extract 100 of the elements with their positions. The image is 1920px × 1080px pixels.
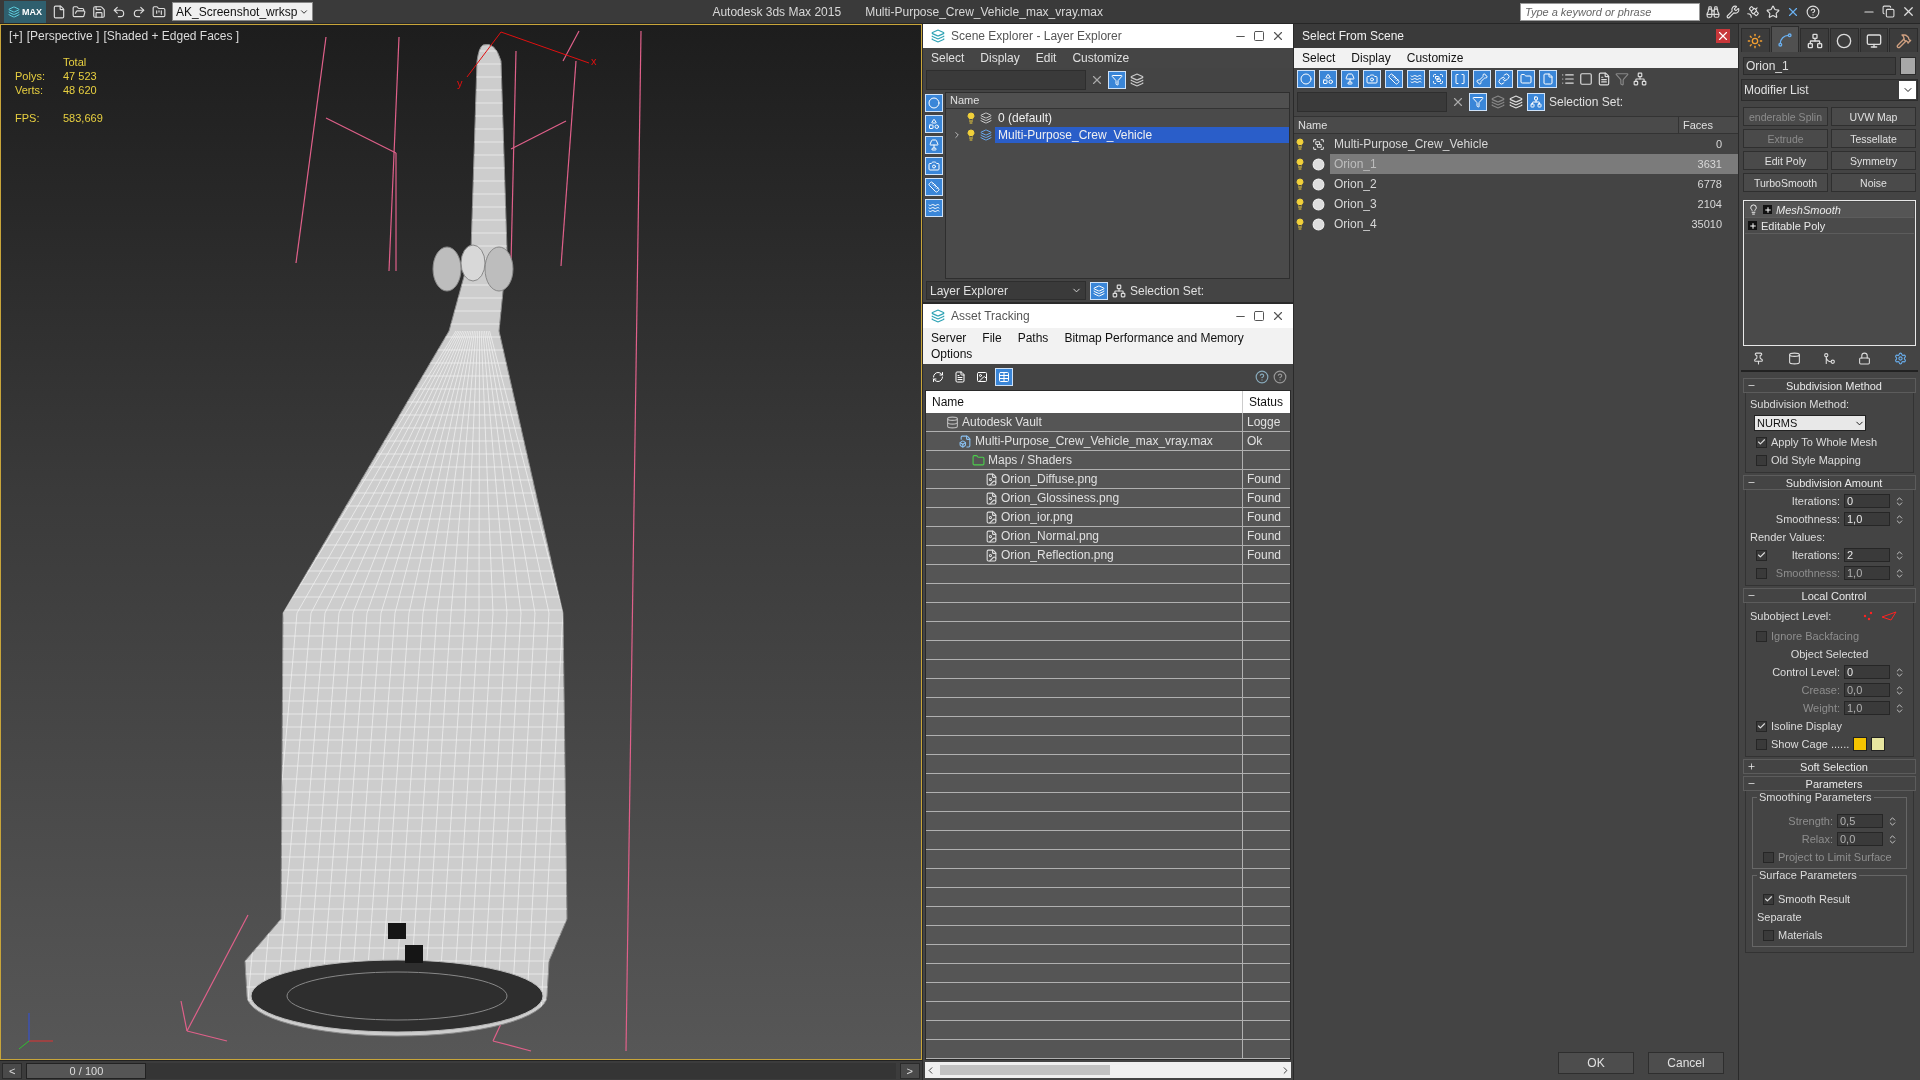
close-icon[interactable] [1271, 29, 1285, 43]
previous-frame-button[interactable]: < [2, 1062, 23, 1079]
panel-tab[interactable] [1889, 28, 1919, 52]
asset-name[interactable]: Orion_Glossiness.png [1001, 491, 1120, 505]
panel-tab[interactable] [1741, 28, 1770, 52]
layers-icon[interactable] [1130, 73, 1144, 87]
checkbox[interactable] [1756, 454, 1767, 466]
checkbox[interactable] [1763, 929, 1774, 941]
link-button[interactable] [1495, 70, 1513, 88]
object-row[interactable]: Multi-Purpose_Crew_Vehicle 0 [1294, 134, 1738, 154]
filter-button[interactable] [1108, 71, 1126, 89]
checkbox[interactable] [1756, 549, 1767, 561]
hierarchy-button[interactable] [1527, 93, 1545, 111]
viewport-label[interactable]: [+] [9, 29, 23, 43]
lightbulb-icon[interactable] [1294, 178, 1306, 190]
modifier-button[interactable]: Noise [1831, 173, 1916, 192]
modifier-button[interactable]: Tessellate [1831, 129, 1916, 148]
wave-button[interactable] [925, 199, 943, 217]
camera-button[interactable] [1363, 70, 1381, 88]
rollout-header[interactable]: Subdivision Amount [1743, 475, 1916, 490]
spinner-arrows-icon[interactable] [1894, 513, 1905, 525]
spinner-field[interactable]: 0 [1844, 665, 1890, 679]
stack-item[interactable]: Editable Poly [1745, 218, 1914, 234]
menu-item[interactable]: Display [980, 51, 1020, 65]
column-header[interactable]: Faces [1678, 117, 1726, 133]
lock-icon[interactable] [1858, 352, 1872, 365]
shapes-button[interactable] [925, 115, 943, 133]
checkbox[interactable] [1756, 436, 1767, 448]
hierarchy-icon[interactable] [1633, 72, 1647, 86]
asset-name[interactable]: Maps / Shaders [988, 453, 1073, 467]
sphere-button[interactable] [1297, 70, 1315, 88]
rollout-header[interactable]: Soft Selection [1743, 759, 1916, 774]
viewport-label[interactable]: [Shaded + Edged Faces ] [103, 29, 240, 43]
spinner-field[interactable]: 2 [1844, 548, 1890, 562]
merge-icon[interactable] [1822, 352, 1836, 365]
wrench-icon[interactable] [1726, 4, 1740, 19]
menu-item[interactable]: File [982, 331, 1002, 345]
lightbulb-icon[interactable] [1294, 158, 1306, 170]
layer-name[interactable]: Multi-Purpose_Crew_Vehicle [995, 126, 1289, 143]
sphere-button[interactable] [925, 94, 943, 112]
group-button[interactable] [1429, 70, 1447, 88]
spinner-arrows-icon[interactable] [1894, 495, 1905, 507]
object-row[interactable]: Orion_3 2104 [1294, 194, 1738, 214]
panel-tab[interactable] [1770, 26, 1800, 52]
spinner-arrows-icon[interactable] [1887, 815, 1898, 827]
cylinder-icon[interactable] [1787, 352, 1801, 365]
method-dropdown[interactable]: NURMS [1754, 415, 1866, 431]
help-icon[interactable] [1255, 370, 1269, 384]
explorer-dropdown[interactable]: Layer Explorer [926, 281, 1086, 300]
bone-button[interactable] [1473, 70, 1491, 88]
camera-button[interactable] [925, 157, 943, 175]
close-icon[interactable] [1271, 309, 1285, 323]
column-header[interactable]: Name [1294, 117, 1678, 133]
binoculars-icon[interactable] [1706, 4, 1720, 19]
asset-name[interactable]: Orion_Reflection.png [1001, 548, 1114, 562]
maximize-icon[interactable] [1253, 30, 1265, 42]
lamp-button[interactable] [925, 136, 943, 154]
modifier-button[interactable]: TurboSmooth [1743, 173, 1828, 192]
layers-button[interactable] [1090, 281, 1108, 300]
object-row[interactable]: Orion_4 35010 [1294, 214, 1738, 234]
ruler-button[interactable] [1385, 70, 1403, 88]
redo-icon[interactable] [132, 4, 146, 19]
gear-icon[interactable] [1893, 352, 1907, 365]
panel-tab[interactable] [1830, 28, 1859, 52]
expand-icon[interactable] [1763, 205, 1772, 214]
viewport-label[interactable]: [Perspective ] [26, 29, 100, 43]
hierarchy-icon[interactable] [1112, 283, 1126, 298]
layer-name[interactable]: 0 (default) [995, 109, 1056, 126]
new-file-icon[interactable] [52, 4, 66, 19]
spinner-field[interactable]: 0 [1844, 494, 1890, 508]
file-button[interactable] [1539, 70, 1557, 88]
object-color-swatch[interactable] [1900, 57, 1916, 75]
horizontal-scrollbar[interactable] [925, 1062, 1291, 1078]
brackets-button[interactable] [1451, 70, 1469, 88]
project-folder-icon[interactable] [152, 4, 166, 19]
asset-name[interactable]: Autodesk Vault [962, 415, 1042, 429]
checkbox[interactable] [1763, 893, 1774, 905]
asset-name[interactable]: Multi-Purpose_Crew_Vehicle_max_vray.max [975, 434, 1213, 448]
workspace-dropdown[interactable]: AK_Screenshot_wrksp [172, 2, 314, 21]
asset-name[interactable]: Orion_Diffuse.png [1001, 472, 1098, 486]
save-icon[interactable] [92, 4, 106, 19]
asset-name[interactable]: Orion_ior.png [1001, 510, 1074, 524]
menu-item[interactable]: Paths [1017, 331, 1049, 345]
spinner-arrows-icon[interactable] [1894, 702, 1905, 714]
help-icon[interactable] [1273, 370, 1287, 384]
clear-icon[interactable] [1090, 73, 1104, 87]
spinner-arrows-icon[interactable] [1894, 666, 1905, 678]
rollout-header[interactable]: Subdivision Method [1743, 378, 1916, 393]
rollout-header[interactable]: Parameters [1743, 776, 1916, 791]
search-field[interactable]: Type a keyword or phrase [1520, 2, 1700, 21]
spinner-arrows-icon[interactable] [1894, 567, 1905, 579]
modifier-button[interactable]: Edit Poly [1743, 151, 1828, 170]
checkbox[interactable] [1756, 738, 1767, 750]
modifier-button[interactable]: UVW Map [1831, 107, 1916, 126]
spinner-arrows-icon[interactable] [1887, 833, 1898, 845]
close-icon[interactable] [1901, 4, 1916, 19]
panel-tab[interactable] [1800, 28, 1829, 52]
restore-icon[interactable] [1882, 5, 1895, 18]
list-icon[interactable] [1561, 72, 1575, 86]
menu-item[interactable]: Options [931, 347, 973, 361]
